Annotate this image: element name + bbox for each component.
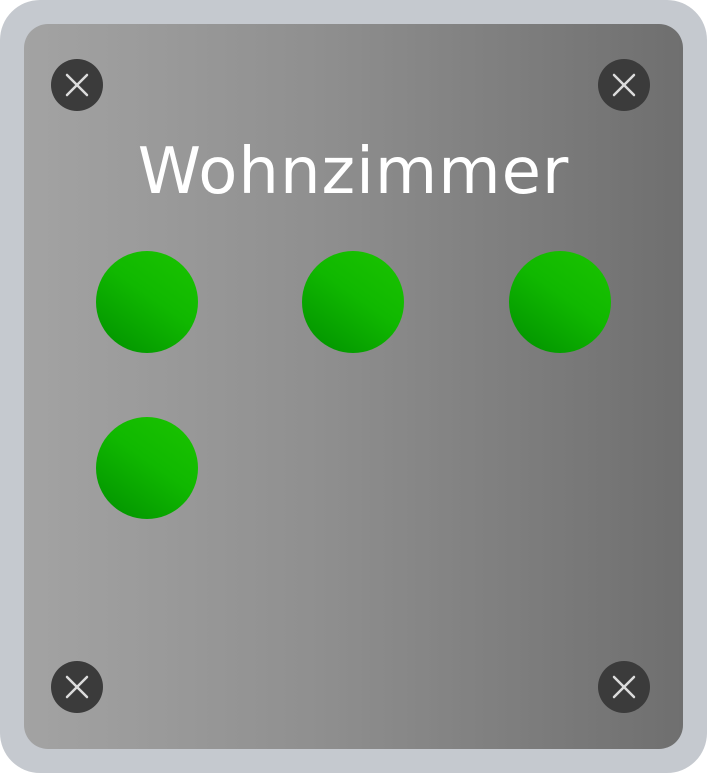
indicator-light-2[interactable] bbox=[302, 251, 404, 353]
indicator-light-1[interactable] bbox=[96, 251, 198, 353]
device-frame: Wohnzimmer bbox=[0, 0, 707, 773]
indicator-light-4[interactable] bbox=[96, 417, 198, 519]
screw-icon-bottom-left bbox=[51, 661, 103, 713]
room-panel: Wohnzimmer bbox=[24, 24, 683, 749]
screw-icon-top-left bbox=[51, 59, 103, 111]
screw-icon-bottom-right bbox=[598, 661, 650, 713]
screw-icon-top-right bbox=[598, 59, 650, 111]
indicator-light-3[interactable] bbox=[509, 251, 611, 353]
room-title: Wohnzimmer bbox=[137, 135, 570, 209]
